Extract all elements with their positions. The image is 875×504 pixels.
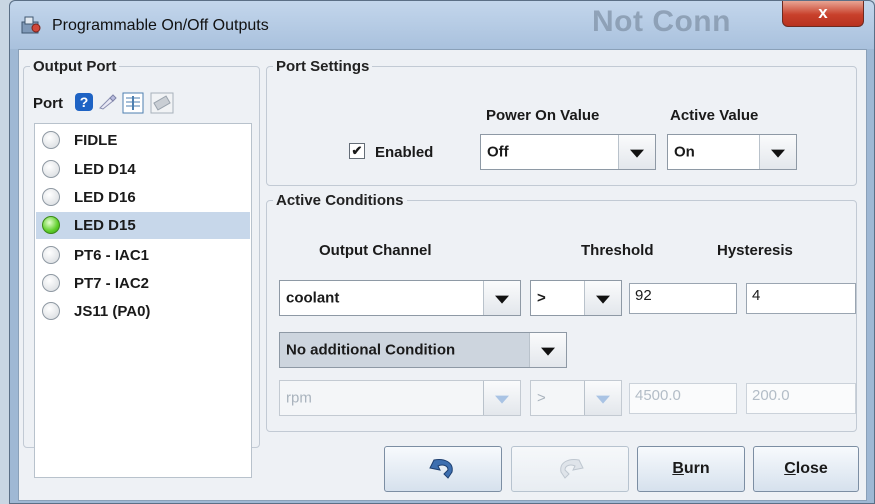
port-name: PT6 - IAC1 bbox=[74, 247, 150, 264]
hysteresis-2-input: 200.0 bbox=[746, 383, 856, 414]
chevron-down-icon bbox=[584, 381, 621, 415]
active-conditions-title: Active Conditions bbox=[276, 192, 404, 209]
undo-icon bbox=[429, 459, 453, 479]
enabled-checkbox[interactable]: ✔ bbox=[349, 143, 365, 159]
threshold-2-input: 4500.0 bbox=[629, 383, 737, 414]
background-window-text: Not Conn bbox=[592, 5, 731, 38]
output-port-title: Output Port bbox=[33, 58, 117, 75]
led-indicator-icon bbox=[42, 302, 60, 320]
hysteresis-header: Hysteresis bbox=[717, 242, 793, 259]
chevron-down-icon[interactable] bbox=[483, 281, 520, 315]
list-item[interactable]: PT6 - IAC1 bbox=[36, 242, 250, 269]
dialog-window: Programmable On/Off Outputs Not Conn x O… bbox=[9, 0, 875, 504]
operator-value: > bbox=[537, 289, 546, 307]
port-name: LED D14 bbox=[74, 161, 136, 178]
port-name: LED D16 bbox=[74, 189, 136, 206]
chevron-down-icon[interactable] bbox=[584, 281, 621, 315]
power-on-value-label: Power On Value bbox=[486, 107, 600, 124]
close-mnemonic: C bbox=[784, 460, 796, 477]
output-channel-value: coolant bbox=[286, 289, 340, 307]
led-indicator-icon bbox=[42, 274, 60, 292]
burn-mnemonic: B bbox=[672, 460, 684, 477]
redo-icon bbox=[560, 459, 584, 479]
undo-button[interactable] bbox=[384, 446, 502, 492]
active-value: On bbox=[674, 143, 695, 161]
led-indicator-icon bbox=[42, 131, 60, 149]
app-icon bbox=[21, 16, 41, 34]
help-icon[interactable]: ? bbox=[75, 93, 93, 111]
list-item[interactable]: LED D16 bbox=[36, 184, 250, 211]
operator-2-value: > bbox=[537, 389, 546, 407]
port-name: LED D15 bbox=[74, 217, 136, 234]
port-list[interactable]: FIDLE LED D14 LED D16 LED D15 PT6 - IAC1… bbox=[34, 123, 252, 478]
list-item[interactable]: PT7 - IAC2 bbox=[36, 270, 250, 297]
output-channel-select[interactable]: coolant bbox=[279, 280, 521, 316]
additional-condition-select[interactable]: No additional Condition bbox=[279, 332, 567, 368]
port-name: FIDLE bbox=[74, 132, 118, 149]
dialog-body: Output Port Port ? FIDLE LED D14 LED D16… bbox=[18, 49, 867, 501]
list-item[interactable]: LED D14 bbox=[36, 156, 250, 183]
edit-icon[interactable] bbox=[98, 94, 118, 110]
led-indicator-icon bbox=[42, 188, 60, 206]
output-channel-2-value: rpm bbox=[286, 389, 312, 407]
table-icon[interactable] bbox=[122, 92, 144, 114]
threshold-header: Threshold bbox=[581, 242, 654, 259]
title-bar[interactable]: Programmable On/Off Outputs Not Conn x bbox=[10, 1, 874, 49]
active-value-select[interactable]: On bbox=[667, 134, 797, 170]
list-item[interactable]: JS11 (PA0) bbox=[36, 298, 250, 325]
led-indicator-on-icon bbox=[42, 216, 60, 234]
window-close-button[interactable]: x bbox=[782, 1, 864, 27]
threshold-input[interactable]: 92 bbox=[629, 283, 737, 314]
svg-text:?: ? bbox=[80, 94, 89, 110]
operator-select[interactable]: > bbox=[530, 280, 622, 316]
chip-icon[interactable] bbox=[150, 92, 174, 114]
power-on-value: Off bbox=[487, 143, 509, 161]
active-value-label: Active Value bbox=[670, 107, 759, 124]
burn-label: urn bbox=[683, 460, 710, 477]
port-name: JS11 (PA0) bbox=[74, 303, 151, 320]
redo-button bbox=[511, 446, 629, 492]
chevron-down-icon[interactable] bbox=[618, 135, 655, 169]
close-button[interactable]: Close bbox=[753, 446, 859, 492]
output-channel-2-select: rpm bbox=[279, 380, 521, 416]
operator-2-select: > bbox=[530, 380, 622, 416]
chevron-down-icon[interactable] bbox=[529, 333, 566, 367]
led-indicator-icon bbox=[42, 160, 60, 178]
enabled-label: Enabled bbox=[375, 144, 434, 161]
output-channel-header: Output Channel bbox=[319, 242, 432, 259]
power-on-value-select[interactable]: Off bbox=[480, 134, 656, 170]
port-label: Port bbox=[33, 95, 63, 112]
chevron-down-icon bbox=[483, 381, 520, 415]
led-indicator-icon bbox=[42, 246, 60, 264]
port-settings-title: Port Settings bbox=[276, 58, 370, 75]
chevron-down-icon[interactable] bbox=[759, 135, 796, 169]
burn-button[interactable]: Burn bbox=[637, 446, 745, 492]
window-title: Programmable On/Off Outputs bbox=[52, 17, 269, 34]
close-label: lose bbox=[795, 460, 828, 477]
close-icon: x bbox=[818, 3, 828, 22]
port-name: PT7 - IAC2 bbox=[74, 275, 150, 292]
hysteresis-input[interactable]: 4 bbox=[746, 283, 856, 314]
list-item-selected[interactable]: LED D15 bbox=[36, 212, 250, 239]
additional-condition-value: No additional Condition bbox=[286, 341, 456, 359]
list-item[interactable]: FIDLE bbox=[36, 127, 250, 154]
